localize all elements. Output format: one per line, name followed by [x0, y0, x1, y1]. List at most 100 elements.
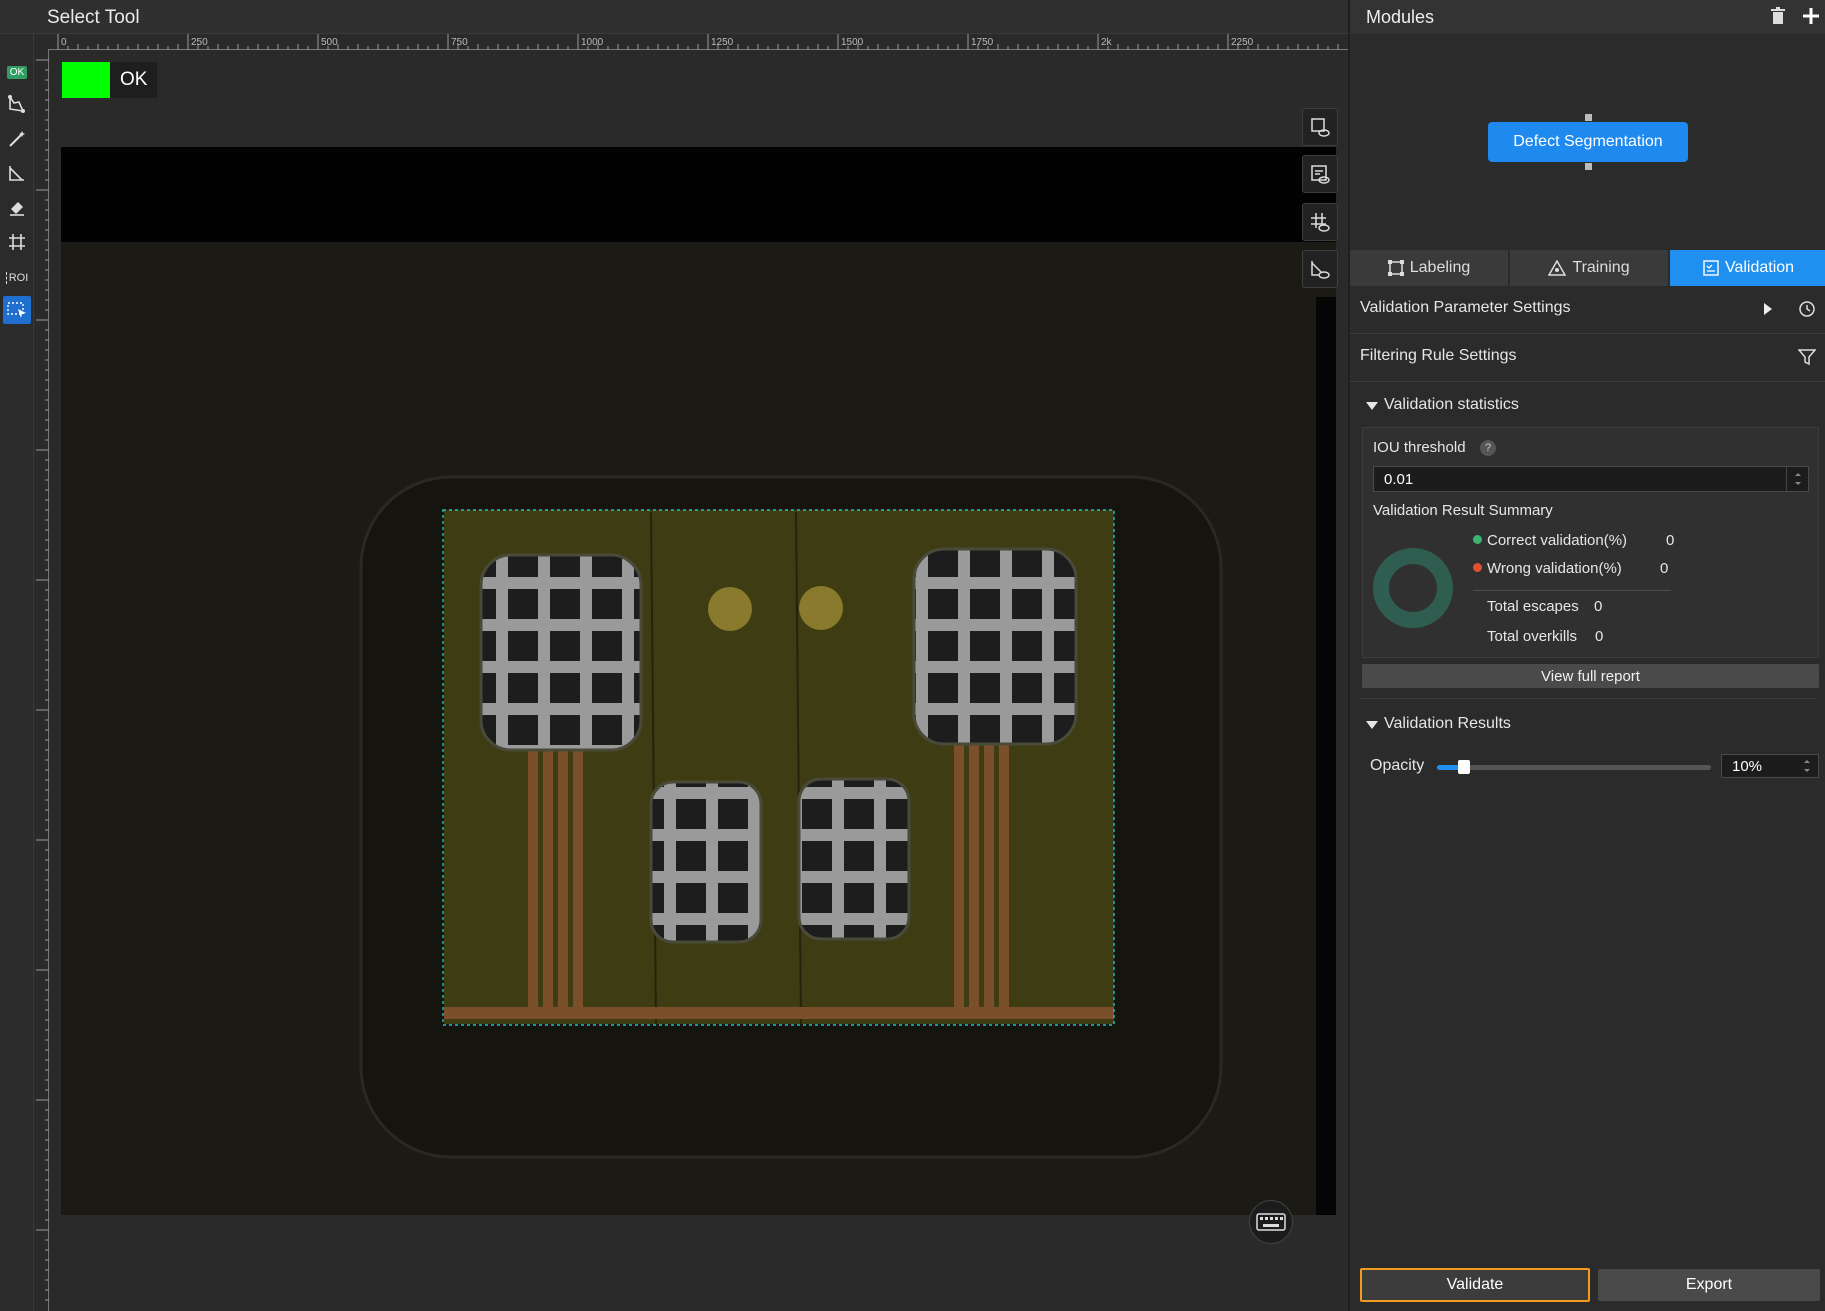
vertical-ruler-ticks [36, 59, 49, 1301]
filtering-rule-settings-label: Filtering Rule Settings [1360, 347, 1517, 364]
correct-validation-label: Correct validation(%) [1487, 532, 1628, 549]
magic-wand-icon [9, 131, 25, 147]
iou-threshold-input[interactable]: 0.01 [1373, 466, 1809, 492]
filter-settings-icon[interactable] [1798, 348, 1816, 366]
opacity-input[interactable]: 10% [1721, 754, 1819, 778]
show-grid-icon [1311, 213, 1330, 232]
eraser-tool[interactable] [3, 193, 31, 221]
history-icon[interactable] [1798, 300, 1816, 318]
delete-module-button[interactable] [1770, 7, 1786, 30]
total-overkills-value: 0 [1595, 628, 1604, 645]
ok-tag-icon: OK [6, 65, 28, 79]
tool-title: Select Tool [47, 7, 140, 28]
show-results-button[interactable] [1302, 155, 1338, 193]
module-graph: Defect Segmentation [1350, 34, 1825, 250]
trash-icon [1771, 7, 1785, 24]
ruler-label: 750 [451, 37, 468, 48]
total-escapes-value: 0 [1594, 598, 1603, 615]
panel-title: Modules [1366, 7, 1435, 27]
validation-statistics-header[interactable]: Validation statistics [1350, 389, 1825, 423]
ruler-label: 500 [321, 37, 338, 48]
iou-spinner[interactable] [1786, 467, 1808, 491]
help-icon[interactable]: ? [1480, 440, 1496, 456]
expand-arrow-icon[interactable] [1763, 302, 1773, 316]
ruler-label: 1000 [581, 37, 604, 48]
add-module-button[interactable] [1801, 6, 1821, 31]
ok-tag-tool[interactable]: OK [3, 58, 31, 86]
wrong-validation-legend: Wrong validation(%) [1473, 560, 1622, 577]
status-label: OK [120, 69, 148, 90]
spinner-arrows-icon[interactable] [1796, 755, 1818, 777]
show-labels-button[interactable] [1302, 108, 1338, 146]
tab-training[interactable]: Training [1510, 250, 1668, 286]
magic-wand-tool[interactable] [3, 125, 31, 153]
total-escapes-label: Total escapes [1487, 598, 1579, 615]
image-content [61, 147, 1336, 1215]
ruler-label: 2250 [1231, 37, 1254, 48]
validation-statistics-box: IOU threshold ? 0.01 Validation Result S… [1362, 427, 1819, 658]
ruler-label: 250 [191, 37, 208, 48]
result-summary-label: Validation Result Summary [1373, 502, 1553, 519]
module-output-port[interactable] [1585, 163, 1592, 170]
filtering-rule-settings-row[interactable]: Filtering Rule Settings [1350, 334, 1825, 382]
grid-icon [9, 234, 25, 250]
tool-title-bar: Select Tool [0, 0, 1348, 34]
correct-validation-value: 0 [1666, 532, 1675, 549]
roi-icon: ROI [5, 272, 28, 284]
keyboard-button[interactable] [1249, 1200, 1293, 1244]
total-overkills-label: Total overkills [1487, 628, 1578, 645]
polyline-tool[interactable] [3, 159, 31, 187]
ruler-label: 1500 [841, 37, 864, 48]
ruler-label: 1750 [971, 37, 994, 48]
opacity-slider[interactable] [1437, 760, 1711, 774]
polygon-tool[interactable] [3, 90, 31, 118]
validation-param-settings-label: Validation Parameter Settings [1360, 299, 1571, 316]
collapse-triangle-icon [1366, 402, 1378, 410]
export-button[interactable]: Export [1598, 1269, 1820, 1301]
result-donut-chart [1373, 548, 1453, 628]
module-tabs: Labeling Training Validation [1350, 250, 1825, 286]
view-full-report-button[interactable]: View full report [1362, 664, 1819, 688]
show-grid-button[interactable] [1302, 203, 1338, 241]
status-badge: OK [62, 62, 158, 98]
opacity-slider-handle[interactable] [1458, 760, 1471, 774]
wrong-dot-icon [1473, 563, 1482, 572]
validation-statistics-label: Validation statistics [1384, 396, 1519, 413]
panel-header: Modules [1350, 0, 1825, 34]
tab-validation-label: Validation [1724, 259, 1795, 276]
grid-tool[interactable] [3, 228, 31, 256]
status-color-swatch [62, 62, 110, 98]
show-results-icon [1311, 165, 1330, 184]
inspection-image[interactable] [61, 147, 1336, 1215]
labeling-icon [1387, 260, 1404, 276]
opacity-label: Opacity [1370, 757, 1425, 774]
ruler-label: 0 [61, 37, 67, 48]
validation-icon [1703, 260, 1719, 276]
eraser-icon [10, 202, 24, 216]
show-mask-icon [1311, 261, 1330, 279]
wrong-validation-value: 0 [1660, 560, 1669, 577]
horizontal-ruler: 0 250 500 750 1000 1250 1500 1750 2k 2250 [48, 34, 1348, 50]
validation-results-header[interactable]: Validation Results [1350, 708, 1825, 742]
iou-threshold-value: 0.01 [1384, 471, 1414, 488]
tab-labeling-label: Labeling [1409, 259, 1471, 276]
training-icon [1548, 260, 1567, 276]
opacity-row: Opacity 10% [1350, 752, 1825, 782]
validation-param-settings-row[interactable]: Validation Parameter Settings [1350, 286, 1825, 334]
select-box-tool[interactable] [3, 296, 31, 324]
roi-tool[interactable]: ROI [3, 264, 31, 292]
show-mask-button[interactable] [1302, 250, 1338, 288]
polygon-icon [8, 94, 25, 113]
wrong-validation-label: Wrong validation(%) [1487, 560, 1622, 577]
opacity-value: 10% [1732, 758, 1763, 775]
module-input-port[interactable] [1585, 114, 1592, 121]
show-labels-icon [1311, 118, 1330, 137]
section-divider [1360, 698, 1817, 699]
tab-validation[interactable]: Validation [1670, 250, 1825, 286]
tab-labeling[interactable]: Labeling [1350, 250, 1508, 286]
select-box-icon [7, 302, 26, 318]
validate-button[interactable]: Validate [1360, 1268, 1590, 1302]
vertical-ruler [36, 50, 49, 1311]
ruler-label: 2k [1101, 37, 1113, 48]
module-node-defect-segmentation[interactable]: Defect Segmentation [1488, 114, 1688, 170]
